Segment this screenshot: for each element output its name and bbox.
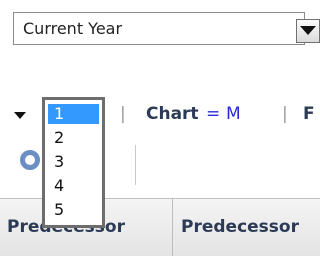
chart-type-link[interactable]: M bbox=[226, 104, 241, 124]
chart-equals: = bbox=[206, 104, 221, 124]
dropdown-option-4[interactable]: 4 bbox=[48, 176, 99, 196]
dropdown-option-5[interactable]: 5 bbox=[48, 200, 99, 220]
collapse-caret-icon[interactable] bbox=[14, 112, 26, 119]
toolbar-separator: | bbox=[120, 104, 126, 124]
gear-icon[interactable] bbox=[20, 150, 40, 170]
toolbar-separator: | bbox=[282, 104, 288, 124]
period-select-arrow-button[interactable] bbox=[296, 19, 320, 43]
chart-label: Chart bbox=[146, 104, 199, 124]
next-toolbar-label: F bbox=[303, 104, 315, 124]
dropdown-option-2[interactable]: 2 bbox=[48, 128, 99, 148]
period-select[interactable]: Current Year bbox=[13, 12, 305, 45]
dropdown-option-3[interactable]: 3 bbox=[48, 152, 99, 172]
column-header-predecessor-2[interactable]: Predecessor bbox=[181, 217, 299, 237]
dropdown-option-1[interactable]: 1 bbox=[48, 104, 99, 124]
dropdown-arrow-icon bbox=[300, 26, 316, 35]
column-divider bbox=[172, 198, 173, 256]
period-select-value: Current Year bbox=[23, 19, 123, 38]
page-number-dropdown-list[interactable]: 1 2 3 4 5 bbox=[42, 97, 105, 228]
icon-bar-divider bbox=[135, 145, 136, 185]
